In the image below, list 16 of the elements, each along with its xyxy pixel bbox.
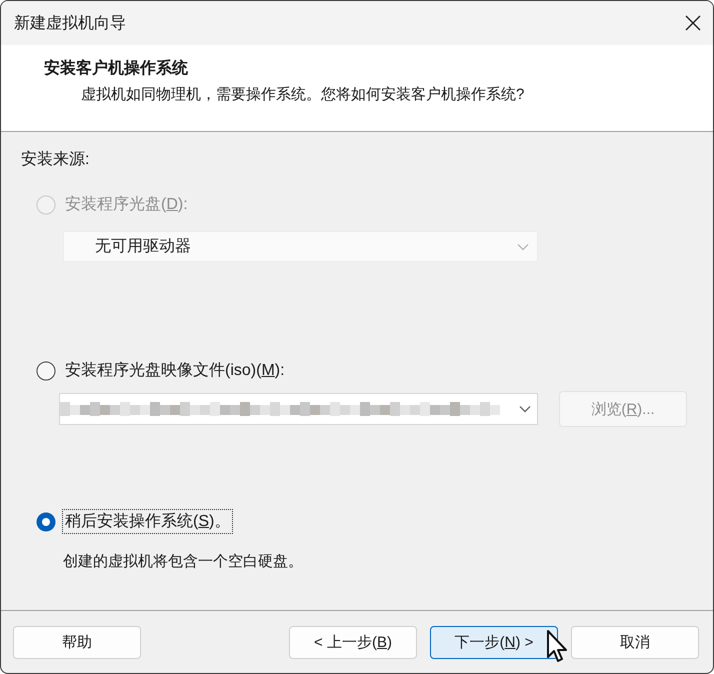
dialog-button[interactable]: 下一步(N) > [430,626,558,658]
dialog-button[interactable]: < 上一步(B) [289,626,417,658]
option-label[interactable]: 安装程序光盘映像文件(iso)(M): [62,358,288,383]
page-subtitle: 虚拟机如同物理机，需要操作系统。您将如何安装客户机操作系统? [81,85,526,104]
dialog-button[interactable]: 取消 [571,626,699,658]
section-label: 安装来源: [21,150,90,170]
radio-button[interactable] [36,360,56,380]
close-icon[interactable] [685,15,701,31]
option-description: 创建的虚拟机将包含一个空白硬盘。 [63,552,304,571]
window-title: 新建虚拟机向导 [14,14,126,34]
dialog-button[interactable]: 帮助 [13,626,141,658]
chevron-down-icon [517,242,529,250]
chevron-down-icon [519,405,531,413]
option-label[interactable]: 稍后安装操作系统(S)。 [62,509,234,534]
page-title: 安装客户机操作系统 [44,58,189,79]
radio-button[interactable] [36,512,56,532]
